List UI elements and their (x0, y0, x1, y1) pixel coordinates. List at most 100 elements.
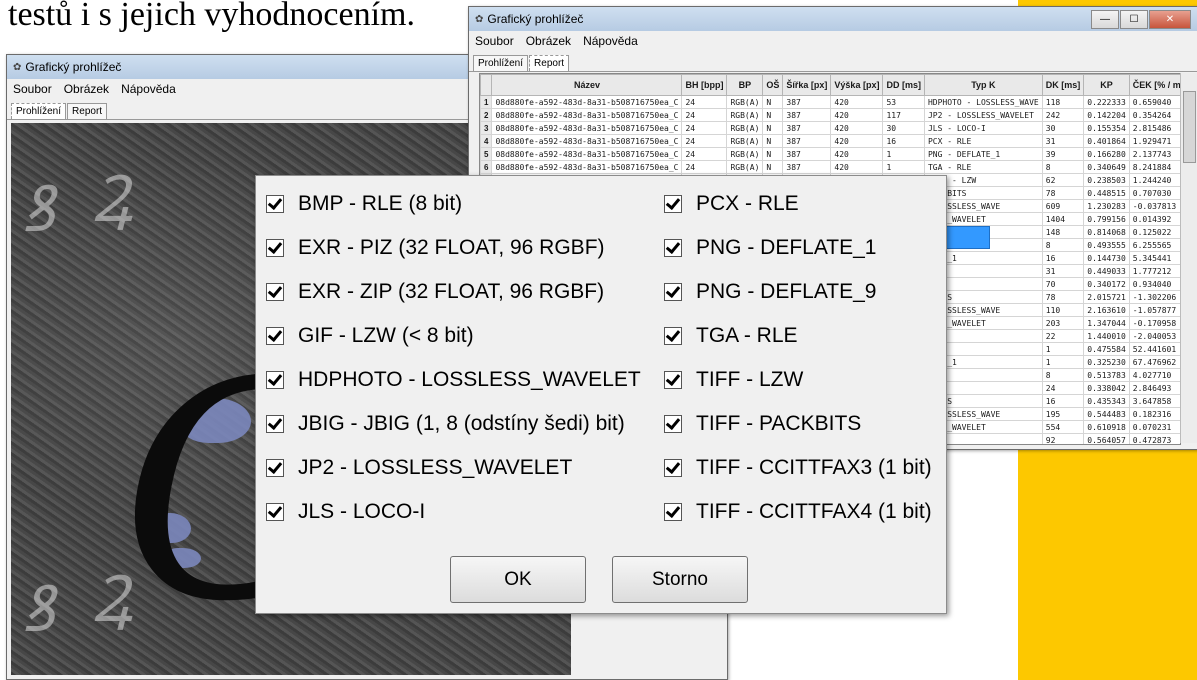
table-cell[interactable]: 5.345441 (1128, 251, 1180, 265)
table-row[interactable]: 1 08d880fe-a592-483d-8a31-b508716750ea_C 2… (480, 95, 1180, 109)
table-cell[interactable]: 110 (1041, 303, 1085, 317)
table-cell[interactable]: N (762, 95, 784, 109)
table-cell[interactable]: 0.238503 (1083, 173, 1130, 187)
column-header[interactable]: Šířka [px] (782, 74, 832, 96)
table-cell[interactable]: 0.166280 (1083, 147, 1130, 161)
table-cell[interactable]: 0.934040 (1128, 277, 1180, 291)
table-cell[interactable]: 0.222333 (1083, 95, 1130, 109)
table-cell[interactable]: 1.244240 (1128, 173, 1180, 187)
table-cell[interactable]: RGB(A) (726, 134, 764, 148)
tab-report[interactable]: Report (529, 55, 570, 71)
table-cell[interactable]: 1 (1041, 355, 1085, 369)
table-cell[interactable]: 92 (1041, 433, 1085, 444)
table-cell[interactable]: 0.182316 (1128, 407, 1180, 421)
table-cell[interactable]: RGB(A) (726, 108, 764, 122)
table-cell[interactable]: 8 (1041, 160, 1085, 174)
table-cell[interactable]: 0.155354 (1083, 121, 1130, 135)
table-cell[interactable]: 420 (830, 108, 884, 122)
table-cell[interactable]: 242 (1041, 108, 1085, 122)
checkbox-checked[interactable] (664, 239, 682, 257)
table-row[interactable]: 2 08d880fe-a592-483d-8a31-b508716750ea_C 2… (480, 108, 1180, 122)
maximize-icon[interactable]: ☐ (1120, 9, 1148, 29)
table-cell[interactable]: 420 (830, 95, 884, 109)
table-cell[interactable]: 387 (782, 95, 832, 109)
table-cell[interactable]: 0.340649 (1083, 160, 1130, 174)
checkbox-checked[interactable] (664, 503, 682, 521)
option-jp2[interactable]: JP2 - LOSSLESS_WAVELET (266, 456, 572, 480)
tab-prohlizeni[interactable]: Prohlížení (11, 103, 67, 119)
table-cell[interactable]: 420 (830, 147, 884, 161)
table-cell[interactable]: 3.647858 (1128, 394, 1180, 408)
table-cell[interactable]: 0.325230 (1083, 355, 1130, 369)
table-cell[interactable]: 16 (1041, 394, 1085, 408)
table-cell[interactable]: JLS - LOCO-I (923, 121, 1043, 135)
close-icon[interactable]: ✕ (1149, 9, 1191, 29)
table-cell[interactable]: 4.027710 (1128, 368, 1180, 382)
table-cell[interactable]: 0.340172 (1083, 277, 1130, 291)
table-cell[interactable]: 78 (1041, 186, 1085, 200)
table-cell[interactable]: 1 (882, 147, 925, 161)
option-tiff-lzw[interactable]: TIFF - LZW (664, 368, 803, 392)
table-cell[interactable]: 30 (882, 121, 925, 135)
tab-report[interactable]: Report (67, 103, 108, 119)
option-png-deflate-1[interactable]: PNG - DEFLATE_1 (664, 236, 877, 260)
table-cell[interactable]: 2.137743 (1128, 147, 1180, 161)
table-cell[interactable]: N (762, 134, 784, 148)
table-cell[interactable]: 16 (882, 134, 925, 148)
table-cell[interactable]: 420 (830, 134, 884, 148)
table-row[interactable]: 3 08d880fe-a592-483d-8a31-b508716750ea_C 2… (480, 121, 1180, 135)
column-header[interactable]: Typ K (923, 74, 1043, 96)
table-cell[interactable]: 6 (480, 160, 493, 174)
table-cell[interactable]: 2.815486 (1128, 121, 1180, 135)
table-cell[interactable]: 31 (1041, 134, 1085, 148)
table-cell[interactable]: 387 (782, 121, 832, 135)
table-cell[interactable]: 0.070231 (1128, 420, 1180, 434)
table-cell[interactable]: 2.015721 (1083, 290, 1130, 304)
table-cell[interactable]: 387 (782, 147, 832, 161)
scrollbar-thumb[interactable] (1183, 91, 1196, 163)
report-titlebar[interactable]: ✿ Grafický prohlížeč — ☐ ✕ (469, 7, 1197, 31)
table-cell[interactable]: 08d880fe-a592-483d-8a31-b508716750ea_C (491, 147, 683, 161)
table-cell[interactable]: 0.707030 (1128, 186, 1180, 200)
table-cell[interactable]: 22 (1041, 329, 1085, 343)
table-cell[interactable]: 0.125022 (1128, 225, 1180, 239)
option-bmp-rle[interactable]: BMP - RLE (8 bit) (266, 192, 462, 216)
option-pcx-rle[interactable]: PCX - RLE (664, 192, 799, 216)
checkbox-checked[interactable] (266, 283, 284, 301)
checkbox-checked[interactable] (266, 195, 284, 213)
tab-prohlizeni[interactable]: Prohlížení (473, 55, 529, 71)
column-header[interactable]: DK [ms] (1041, 74, 1085, 96)
table-cell[interactable]: 554 (1041, 420, 1085, 434)
checkbox-checked[interactable] (664, 459, 682, 477)
table-cell[interactable]: 24 (1041, 381, 1085, 395)
column-header[interactable]: KP (1083, 74, 1130, 96)
table-cell[interactable]: 0.142204 (1083, 108, 1130, 122)
checkbox-checked[interactable] (664, 327, 682, 345)
table-cell[interactable]: 1.929471 (1128, 134, 1180, 148)
column-header[interactable]: Název (491, 74, 683, 96)
table-cell[interactable]: 0.449033 (1083, 264, 1130, 278)
table-cell[interactable]: 0.435343 (1083, 394, 1130, 408)
table-cell[interactable]: 78 (1041, 290, 1085, 304)
column-header[interactable]: BH [bpp] (681, 74, 728, 96)
table-cell[interactable]: 24 (681, 95, 728, 109)
checkbox-checked[interactable] (664, 415, 682, 433)
table-cell[interactable]: HDPHOTO - LOSSLESS_WAVE (923, 95, 1043, 109)
table-cell[interactable]: RGB(A) (726, 95, 764, 109)
cancel-button[interactable]: Storno (612, 556, 748, 603)
selected-cell[interactable] (942, 226, 990, 249)
table-cell[interactable]: 0.338042 (1083, 381, 1130, 395)
checkbox-checked[interactable] (266, 415, 284, 433)
table-cell[interactable]: 0.493555 (1083, 238, 1130, 252)
table-cell[interactable]: 1.440010 (1083, 329, 1130, 343)
table-cell[interactable]: 24 (681, 121, 728, 135)
table-cell[interactable]: 1 (480, 95, 493, 109)
table-cell[interactable]: 0.799156 (1083, 212, 1130, 226)
table-cell[interactable]: 420 (830, 160, 884, 174)
checkbox-checked[interactable] (664, 195, 682, 213)
table-cell[interactable]: 8 (1041, 368, 1085, 382)
table-cell[interactable]: 08d880fe-a592-483d-8a31-b508716750ea_C (491, 121, 683, 135)
table-cell[interactable]: 08d880fe-a592-483d-8a31-b508716750ea_C (491, 160, 683, 174)
table-cell[interactable]: 2 (480, 108, 493, 122)
table-cell[interactable]: 0.564057 (1083, 433, 1130, 444)
